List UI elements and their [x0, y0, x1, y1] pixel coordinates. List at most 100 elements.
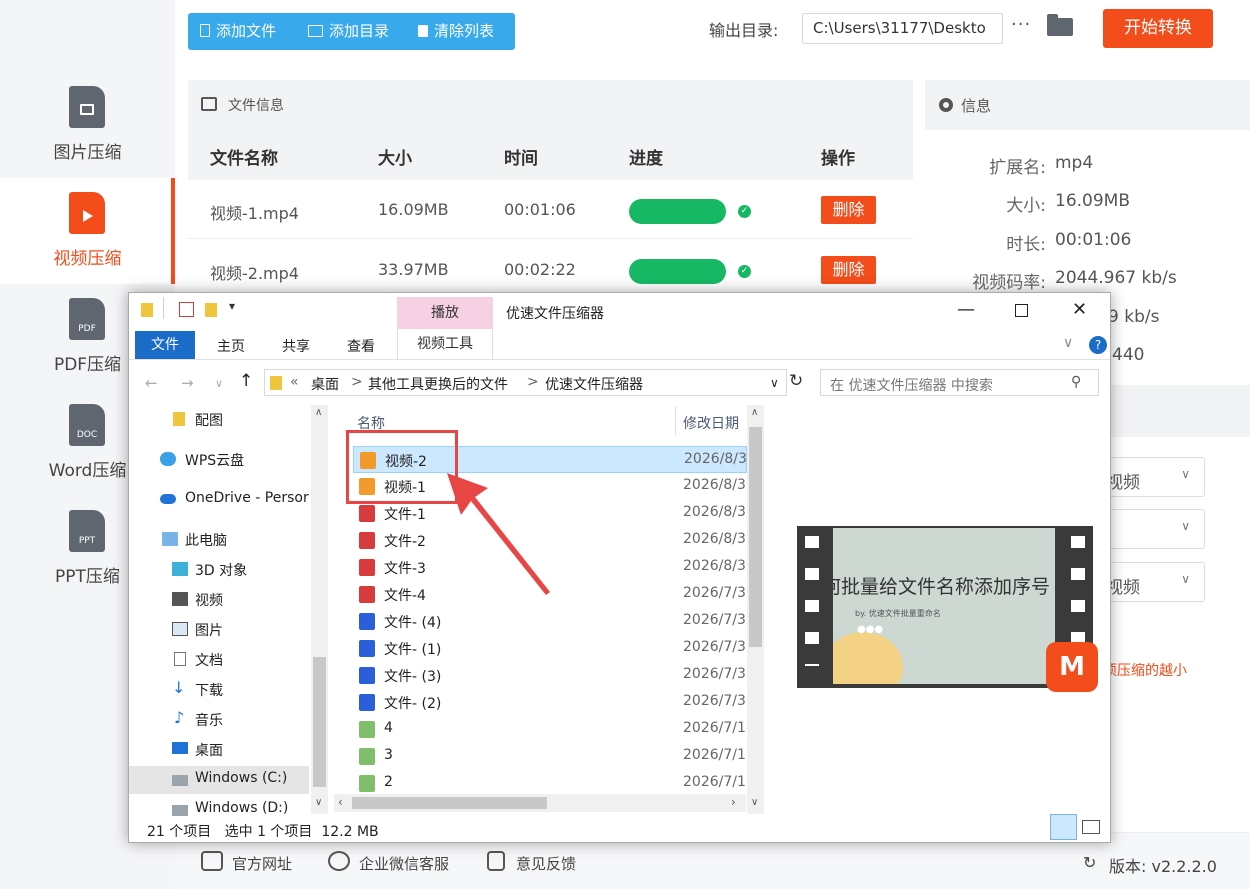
column-header: 大小 — [378, 149, 412, 169]
sidebar-item-video-compress[interactable]: 视频压缩 — [0, 178, 175, 284]
file-row-date: 2026/8/3 — [684, 451, 746, 467]
up-arrow-icon[interactable]: ↑ — [239, 371, 253, 391]
file-row-date: 2026/7/1 — [683, 720, 745, 736]
minimize-button[interactable]: — — [957, 299, 975, 320]
open-folder-icon[interactable] — [1047, 14, 1073, 36]
website-link[interactable]: 官方网址 — [232, 853, 292, 874]
help-icon[interactable]: ? — [1089, 336, 1107, 354]
tab-view[interactable]: 查看 — [347, 336, 375, 356]
output-dir-input[interactable]: C:\Users\31177\Deskto — [802, 13, 1003, 44]
sheet-file-icon — [359, 721, 375, 738]
list-scrollbar[interactable]: ∧ ∨ — [747, 405, 764, 814]
nav-item-selected[interactable]: Windows (C:) — [129, 766, 309, 794]
large-icons-view-icon[interactable] — [1082, 820, 1100, 834]
maximize-button[interactable] — [1015, 304, 1028, 317]
feedback-icon — [487, 851, 505, 871]
start-convert-button[interactable]: 开始转换 — [1103, 9, 1213, 48]
address-bar[interactable]: « 桌面 > 其他工具更换后的文件 > 优速文件压缩器 ∨ — [264, 369, 787, 396]
nav-item[interactable]: 此电脑 — [129, 526, 309, 554]
refresh-icon[interactable]: ↻ — [1083, 853, 1096, 872]
close-button[interactable]: ✕ — [1072, 299, 1087, 320]
info-value: 440 — [1112, 345, 1145, 365]
nav-item[interactable]: WPS云盘 — [129, 446, 309, 474]
setting-select[interactable]: 视频 ∨ — [1097, 457, 1205, 497]
details-view-icon[interactable] — [1050, 814, 1077, 840]
file-row[interactable]: 文件- (1) 2026/7/3 — [353, 635, 747, 662]
feedback-link[interactable]: 意见反馈 — [516, 853, 576, 874]
version-label: 版本: v2.2.2.0 — [1109, 857, 1217, 876]
file-row[interactable]: 文件- (3) 2026/7/3 — [353, 662, 747, 689]
properties-icon[interactable] — [179, 302, 194, 317]
nav-scrollbar[interactable]: ∧ ∨ — [311, 405, 328, 814]
recent-dropdown-icon[interactable]: ∨ — [215, 377, 223, 390]
preview-title: 如何批量给文件名称添加序号 — [833, 576, 1051, 598]
folder-icon — [141, 303, 153, 317]
sidebar-item-image-compress[interactable]: 图片压缩 — [0, 72, 175, 178]
search-icon: ⚲ — [1071, 374, 1082, 390]
file-row-date: 2026/7/3 — [683, 639, 745, 655]
breadcrumb-desktop[interactable]: 桌面 — [311, 374, 339, 394]
nav-item[interactable]: OneDrive - Persor — [129, 486, 309, 514]
nav-item[interactable]: ↓ 下载 — [129, 676, 309, 704]
tab-share[interactable]: 共享 — [282, 336, 310, 356]
wechat-support-link[interactable]: 企业微信客服 — [359, 853, 449, 874]
tab-video-tools[interactable]: 视频工具 — [397, 329, 493, 359]
pdf-file-icon — [359, 505, 375, 522]
nav-item[interactable]: 桌面 — [129, 736, 309, 764]
chevron-down-icon: ∨ — [1181, 519, 1190, 533]
nav-item[interactable]: 配图 — [129, 406, 309, 434]
info-value: 00:01:06 — [1055, 230, 1132, 250]
back-arrow-icon[interactable]: ← — [145, 374, 158, 392]
nav-item[interactable]: 视频 — [129, 586, 309, 614]
file-row-date: 2026/8/3 — [683, 558, 745, 574]
file-row[interactable]: 文件- (2) 2026/7/3 — [353, 689, 747, 716]
file-row[interactable]: 2 2026/7/1 — [353, 770, 747, 797]
table-row[interactable]: 视频-2.mp4 33.97MB 00:02:22 ✓ 删除 — [188, 240, 913, 299]
annotation-arrow — [447, 473, 550, 595]
add-directory-button[interactable]: 添加目录 — [308, 13, 389, 50]
file-row[interactable]: 文件- (4) 2026/7/3 — [353, 608, 747, 635]
file-row[interactable]: 4 2026/7/1 — [353, 716, 747, 743]
nav-item[interactable]: 图片 — [129, 616, 309, 644]
word-file-icon — [359, 640, 375, 657]
tab-file[interactable]: 文件 — [135, 331, 195, 359]
chevron-down-icon[interactable]: ∨ — [770, 376, 779, 390]
file-row-name: 文件-3 — [384, 561, 426, 577]
delete-button[interactable]: 删除 — [821, 256, 876, 284]
sidebar-item-label: 视频压缩 — [53, 249, 122, 269]
scroll-up-icon: ∧ — [751, 407, 759, 418]
quick-access-dropdown-icon[interactable]: ▾ — [229, 299, 235, 313]
forward-arrow-icon[interactable]: → — [181, 374, 194, 392]
setting-select[interactable]: 视频 ∨ — [1097, 562, 1205, 602]
setting-select[interactable]: ∨ — [1097, 509, 1205, 549]
file-row-name: 2 — [384, 774, 393, 790]
nav-item[interactable]: Windows (D:) — [129, 796, 309, 816]
search-input[interactable]: 在 优速文件压缩器 中搜索 ⚲ — [820, 369, 1099, 396]
add-file-button[interactable]: 添加文件 — [200, 13, 276, 50]
horizontal-scrollbar[interactable]: ‹ › — [334, 794, 746, 812]
expand-ribbon-icon[interactable]: ∨ — [1063, 335, 1073, 351]
more-options-button[interactable]: ··· — [1011, 14, 1031, 35]
film-icon — [172, 592, 188, 606]
nav-item[interactable]: ♪ 音乐 — [129, 706, 309, 734]
delete-button[interactable]: 删除 — [821, 196, 876, 224]
new-folder-icon[interactable] — [205, 303, 217, 317]
table-row[interactable]: 视频-1.mp4 16.09MB 00:01:06 ✓ 删除 — [188, 180, 913, 239]
tab-home[interactable]: 主页 — [217, 336, 245, 356]
nav-item[interactable]: 文档 — [129, 646, 309, 674]
info-key: 扩展名: — [989, 158, 1046, 178]
film-strip-left — [805, 536, 819, 666]
file-row-date: 2026/8/3 — [683, 504, 745, 520]
refresh-icon[interactable]: ↻ — [789, 371, 803, 391]
active-indicator — [171, 178, 175, 284]
file-row[interactable]: 3 2026/7/1 — [353, 743, 747, 770]
clear-list-button[interactable]: 清除列表 — [418, 13, 494, 50]
breadcrumb-compressor[interactable]: 优速文件压缩器 — [545, 374, 643, 394]
tab-play[interactable]: 播放 — [397, 297, 493, 329]
file-row-date: 2026/7/3 — [683, 585, 745, 601]
chevron-down-icon: ∨ — [1181, 467, 1190, 481]
nav-item[interactable]: 3D 对象 — [129, 556, 309, 584]
breadcrumb-other-tools[interactable]: 其他工具更换后的文件 — [368, 374, 508, 394]
column-date-header[interactable]: 修改日期 — [683, 413, 739, 433]
file-duration: 00:02:22 — [504, 260, 576, 279]
